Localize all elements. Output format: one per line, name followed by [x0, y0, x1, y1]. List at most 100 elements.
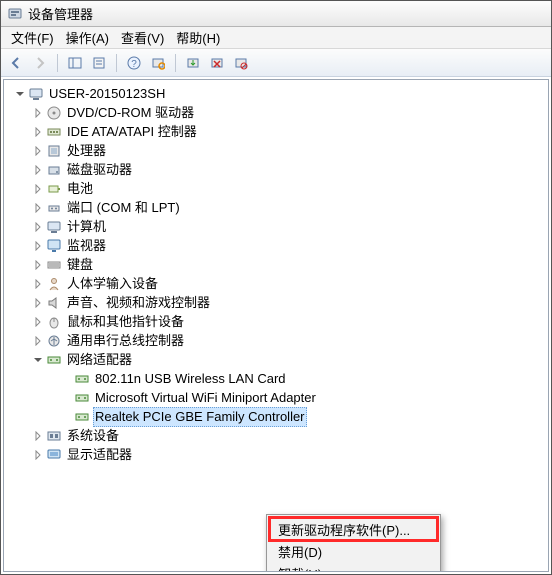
toolbar-update-icon[interactable] [182, 52, 204, 74]
ctx-uninstall[interactable]: 卸载(U) [270, 562, 437, 572]
network-icon [46, 352, 62, 368]
menu-view[interactable]: 查看(V) [115, 26, 170, 49]
tree-category[interactable]: 电池 [8, 180, 548, 198]
expand-icon[interactable] [32, 202, 44, 214]
tree-category[interactable]: DVD/CD-ROM 驱动器 [8, 104, 548, 122]
expand-icon[interactable] [32, 183, 44, 195]
expand-icon[interactable] [32, 164, 44, 176]
spacer [60, 392, 72, 404]
tree-category-label: 通用串行总线控制器 [65, 332, 186, 350]
battery-icon [46, 181, 62, 197]
svg-text:?: ? [131, 59, 137, 70]
device-tree[interactable]: USER-20150123SH DVD/CD-ROM 驱动器IDE ATA/AT… [3, 79, 549, 572]
tree-category-label: 显示适配器 [65, 446, 134, 464]
tree-category-network[interactable]: 网络适配器 [8, 351, 548, 369]
tree-category-label: 鼠标和其他指针设备 [65, 313, 186, 331]
tree-root[interactable]: USER-20150123SH [8, 85, 548, 103]
app-icon [7, 6, 23, 22]
window-title: 设备管理器 [28, 4, 93, 23]
tree-category-label: 人体学输入设备 [65, 275, 160, 293]
tree-category[interactable]: 端口 (COM 和 LPT) [8, 199, 548, 217]
disc-icon [46, 105, 62, 121]
menu-file[interactable]: 文件(F) [5, 26, 60, 49]
ide-icon [46, 124, 62, 140]
toolbar-forward-icon[interactable] [29, 52, 51, 74]
tree-root-label: USER-20150123SH [47, 85, 167, 103]
system-icon [46, 428, 62, 444]
nic-icon [74, 371, 90, 387]
collapse-icon[interactable] [32, 354, 44, 366]
expand-icon[interactable] [32, 297, 44, 309]
mouse-icon [46, 314, 62, 330]
toolbar-separator [57, 54, 58, 72]
expand-icon[interactable] [32, 278, 44, 290]
computer-icon [46, 219, 62, 235]
tree-category-label: 磁盘驱动器 [65, 161, 134, 179]
expand-icon[interactable] [32, 259, 44, 271]
menu-help[interactable]: 帮助(H) [170, 26, 226, 49]
expand-icon[interactable] [32, 126, 44, 138]
expand-icon[interactable] [32, 449, 44, 461]
toolbar-separator [116, 54, 117, 72]
expand-icon[interactable] [32, 145, 44, 157]
usb-icon [46, 333, 62, 349]
tree-category-label: 处理器 [65, 142, 108, 160]
toolbar-back-icon[interactable] [5, 52, 27, 74]
tree-category[interactable]: 监视器 [8, 237, 548, 255]
tree-category[interactable]: 处理器 [8, 142, 548, 160]
spacer [60, 373, 72, 385]
hid-icon [46, 276, 62, 292]
tree-device[interactable]: Microsoft Virtual WiFi Miniport Adapter [8, 389, 548, 407]
toolbar-pane-icon[interactable] [64, 52, 86, 74]
tree-category[interactable]: 磁盘驱动器 [8, 161, 548, 179]
tree-category-label: 系统设备 [65, 427, 121, 445]
context-menu: 更新驱动程序软件(P)... 禁用(D) 卸载(U) 扫描检测硬件改动(A) 属… [266, 514, 441, 572]
toolbar: ? [1, 49, 551, 77]
toolbar-uninstall-icon[interactable] [206, 52, 228, 74]
keyboard-icon [46, 257, 62, 273]
tree-category[interactable]: IDE ATA/ATAPI 控制器 [8, 123, 548, 141]
tree-category[interactable]: 计算机 [8, 218, 548, 236]
tree-category-label: 声音、视频和游戏控制器 [65, 294, 212, 312]
ctx-disable[interactable]: 禁用(D) [270, 540, 437, 562]
expand-icon[interactable] [32, 430, 44, 442]
tree-device-label: Microsoft Virtual WiFi Miniport Adapter [93, 389, 318, 407]
expand-icon[interactable] [32, 107, 44, 119]
collapse-icon[interactable] [14, 88, 26, 100]
tree-category-label: 计算机 [65, 218, 108, 236]
menu-action[interactable]: 操作(A) [60, 26, 115, 49]
expand-icon[interactable] [32, 316, 44, 328]
toolbar-props-icon[interactable] [88, 52, 110, 74]
ctx-update-driver[interactable]: 更新驱动程序软件(P)... [270, 518, 437, 540]
display-icon [46, 447, 62, 463]
cpu-icon [46, 143, 62, 159]
tree-category[interactable]: 系统设备 [8, 427, 548, 445]
expand-icon[interactable] [32, 335, 44, 347]
tree-category-label: IDE ATA/ATAPI 控制器 [65, 123, 199, 141]
tree-category[interactable]: 显示适配器 [8, 446, 548, 464]
nic-icon [74, 409, 90, 425]
port-icon [46, 200, 62, 216]
toolbar-scan-icon[interactable] [147, 52, 169, 74]
sound-icon [46, 295, 62, 311]
tree-category[interactable]: 通用串行总线控制器 [8, 332, 548, 350]
expand-icon[interactable] [32, 240, 44, 252]
expand-icon[interactable] [32, 221, 44, 233]
tree-category-label: 电池 [65, 180, 95, 198]
tree-category[interactable]: 人体学输入设备 [8, 275, 548, 293]
tree-category[interactable]: 鼠标和其他指针设备 [8, 313, 548, 331]
tree-category-label: 端口 (COM 和 LPT) [65, 199, 182, 217]
tree-device[interactable]: 802.11n USB Wireless LAN Card [8, 370, 548, 388]
tree-category-label: DVD/CD-ROM 驱动器 [65, 104, 196, 122]
menubar: 文件(F) 操作(A) 查看(V) 帮助(H) [1, 27, 551, 49]
toolbar-help-icon[interactable]: ? [123, 52, 145, 74]
tree-category[interactable]: 声音、视频和游戏控制器 [8, 294, 548, 312]
tree-device-label: 802.11n USB Wireless LAN Card [93, 370, 288, 388]
tree-category[interactable]: 键盘 [8, 256, 548, 274]
tree-container: USER-20150123SH DVD/CD-ROM 驱动器IDE ATA/AT… [1, 77, 551, 574]
tree-category-label: 网络适配器 [65, 351, 134, 369]
titlebar: 设备管理器 [1, 1, 551, 27]
toolbar-disable-icon[interactable] [230, 52, 252, 74]
tree-device[interactable]: Realtek PCIe GBE Family Controller [8, 408, 548, 426]
nic-icon [74, 390, 90, 406]
